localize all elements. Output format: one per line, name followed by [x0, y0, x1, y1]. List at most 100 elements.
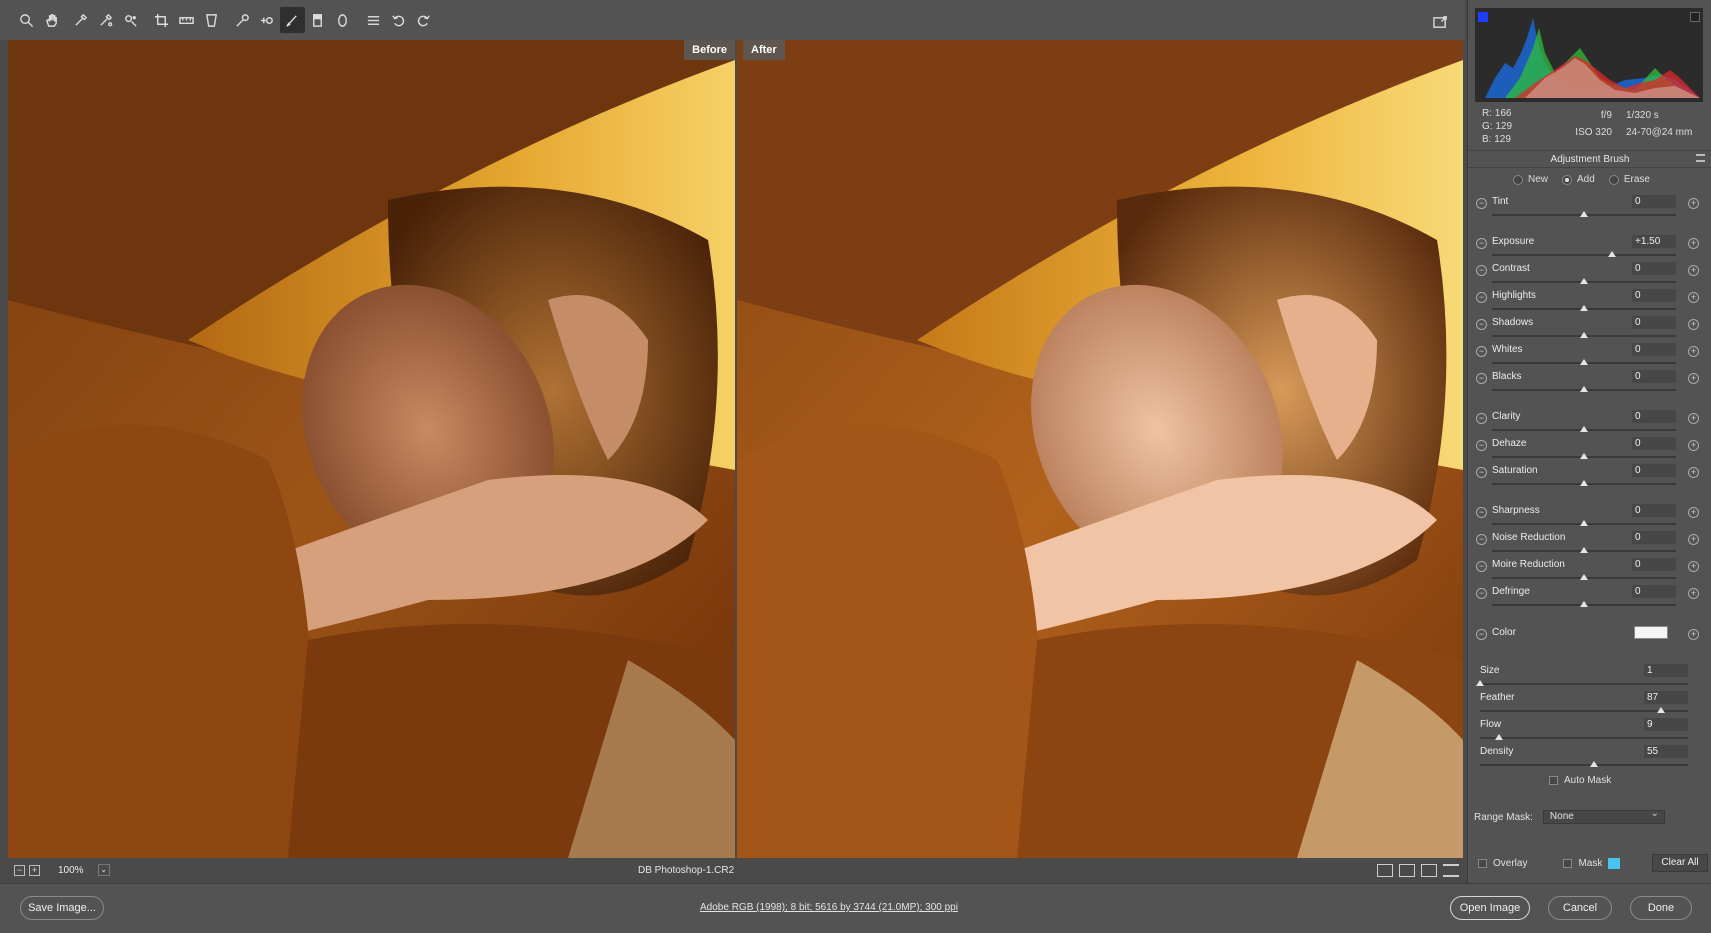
radio-add[interactable]	[1562, 174, 1573, 185]
before-view[interactable]: Before	[8, 40, 735, 858]
graduated-filter-icon[interactable]	[305, 7, 330, 33]
whites-thumb[interactable]	[1580, 359, 1588, 365]
size-value[interactable]: 1	[1644, 664, 1688, 677]
auto-mask-checkbox[interactable]	[1549, 776, 1558, 785]
color-plus-icon[interactable]: +	[1688, 629, 1699, 640]
moire-reduction-value[interactable]: 0	[1632, 558, 1676, 571]
sharpness-thumb[interactable]	[1580, 520, 1588, 526]
size-track[interactable]	[1480, 683, 1688, 685]
workflow-options-link[interactable]: Adobe RGB (1998); 8 bit; 5616 by 3744 (2…	[700, 902, 958, 913]
clarity-value[interactable]: 0	[1632, 410, 1676, 423]
defringe-value[interactable]: 0	[1632, 585, 1676, 598]
exposure-minus-icon[interactable]: −	[1476, 238, 1487, 249]
dehaze-plus-icon[interactable]: +	[1688, 440, 1699, 451]
swap-settings-icon[interactable]	[1399, 863, 1415, 877]
radio-erase[interactable]	[1608, 174, 1619, 185]
contrast-value[interactable]: 0	[1632, 262, 1676, 275]
saturation-plus-icon[interactable]: +	[1688, 467, 1699, 478]
color-minus-icon[interactable]: −	[1476, 629, 1487, 640]
tint-value[interactable]: 0	[1632, 195, 1676, 208]
copy-settings-icon[interactable]	[1421, 863, 1437, 877]
rotate-left-icon[interactable]	[386, 7, 411, 33]
overlay-checkbox[interactable]	[1478, 859, 1487, 868]
sharpness-value[interactable]: 0	[1632, 504, 1676, 517]
feather-thumb[interactable]	[1656, 707, 1665, 713]
shadow-clipping-icon[interactable]	[1478, 12, 1488, 22]
density-value[interactable]: 55	[1644, 745, 1688, 758]
mode-new[interactable]: New	[1513, 174, 1548, 185]
rotate-right-icon[interactable]	[411, 7, 436, 33]
moire-reduction-plus-icon[interactable]: +	[1688, 561, 1699, 572]
white-balance-icon[interactable]	[68, 7, 93, 33]
contrast-minus-icon[interactable]: −	[1476, 265, 1487, 276]
radio-new[interactable]	[1513, 174, 1523, 185]
exposure-track[interactable]	[1492, 254, 1676, 256]
dehaze-minus-icon[interactable]: −	[1476, 440, 1487, 451]
density-track[interactable]	[1480, 764, 1688, 766]
shadows-value[interactable]: 0	[1632, 316, 1676, 329]
image-canvas[interactable]: Before After	[0, 40, 1465, 858]
before-after-view-icon[interactable]	[1377, 863, 1393, 877]
clarity-plus-icon[interactable]: +	[1688, 413, 1699, 424]
blacks-plus-icon[interactable]: +	[1688, 373, 1699, 384]
tint-plus-icon[interactable]: +	[1688, 198, 1699, 209]
noise-reduction-thumb[interactable]	[1580, 547, 1588, 553]
defringe-plus-icon[interactable]: +	[1688, 588, 1699, 599]
saturation-minus-icon[interactable]: −	[1476, 467, 1487, 478]
preview-prefs-icon[interactable]	[1443, 863, 1459, 877]
preferences-icon[interactable]	[361, 7, 386, 33]
transform-icon[interactable]	[199, 7, 224, 33]
highlights-thumb[interactable]	[1580, 305, 1588, 311]
mode-add[interactable]: Add	[1562, 174, 1595, 185]
highlights-minus-icon[interactable]: −	[1476, 292, 1487, 303]
whites-value[interactable]: 0	[1632, 343, 1676, 356]
panel-menu-icon[interactable]	[1696, 154, 1705, 162]
blacks-thumb[interactable]	[1580, 386, 1588, 392]
color-swatch[interactable]	[1634, 626, 1668, 639]
tint-thumb[interactable]	[1580, 211, 1588, 217]
highlight-clipping-icon[interactable]	[1690, 12, 1700, 22]
blacks-minus-icon[interactable]: −	[1476, 373, 1487, 384]
whites-minus-icon[interactable]: −	[1476, 346, 1487, 357]
auto-mask[interactable]: Auto Mask	[1549, 775, 1611, 786]
shadows-minus-icon[interactable]: −	[1476, 319, 1487, 330]
save-image-button[interactable]: Save Image...	[20, 896, 104, 920]
flow-value[interactable]: 9	[1644, 718, 1688, 731]
zoom-out-button[interactable]: −	[14, 864, 25, 876]
radial-filter-icon[interactable]	[330, 7, 355, 33]
defringe-thumb[interactable]	[1580, 601, 1588, 607]
saturation-value[interactable]: 0	[1632, 464, 1676, 477]
moire-reduction-thumb[interactable]	[1580, 574, 1588, 580]
whites-plus-icon[interactable]: +	[1688, 346, 1699, 357]
mode-erase[interactable]: Erase	[1608, 174, 1650, 185]
noise-reduction-minus-icon[interactable]: −	[1476, 534, 1487, 545]
zoom-icon[interactable]	[14, 7, 39, 33]
crop-icon[interactable]	[149, 7, 174, 33]
dehaze-thumb[interactable]	[1580, 453, 1588, 459]
noise-reduction-plus-icon[interactable]: +	[1688, 534, 1699, 545]
mask-checkbox[interactable]	[1563, 859, 1573, 868]
shadows-plus-icon[interactable]: +	[1688, 319, 1699, 330]
exposure-value[interactable]: +1.50	[1632, 235, 1676, 248]
hand-icon[interactable]	[39, 7, 64, 33]
after-view[interactable]: After	[737, 40, 1463, 858]
flow-track[interactable]	[1480, 737, 1688, 739]
fullscreen-icon[interactable]	[1428, 9, 1453, 35]
red-eye-icon[interactable]	[255, 7, 280, 33]
open-image-button[interactable]: Open Image	[1450, 896, 1530, 920]
adjustment-brush-icon[interactable]	[280, 7, 305, 33]
exposure-thumb[interactable]	[1607, 251, 1616, 257]
shadows-thumb[interactable]	[1580, 332, 1588, 338]
feather-value[interactable]: 87	[1644, 691, 1688, 704]
color-sampler-icon[interactable]	[93, 7, 118, 33]
dehaze-value[interactable]: 0	[1632, 437, 1676, 450]
highlights-value[interactable]: 0	[1632, 289, 1676, 302]
clarity-minus-icon[interactable]: −	[1476, 413, 1487, 424]
moire-reduction-minus-icon[interactable]: −	[1476, 561, 1487, 572]
size-thumb[interactable]	[1476, 680, 1484, 686]
tint-minus-icon[interactable]: −	[1476, 198, 1487, 209]
exposure-plus-icon[interactable]: +	[1688, 238, 1699, 249]
sharpness-minus-icon[interactable]: −	[1476, 507, 1487, 518]
contrast-plus-icon[interactable]: +	[1688, 265, 1699, 276]
saturation-thumb[interactable]	[1580, 480, 1588, 486]
